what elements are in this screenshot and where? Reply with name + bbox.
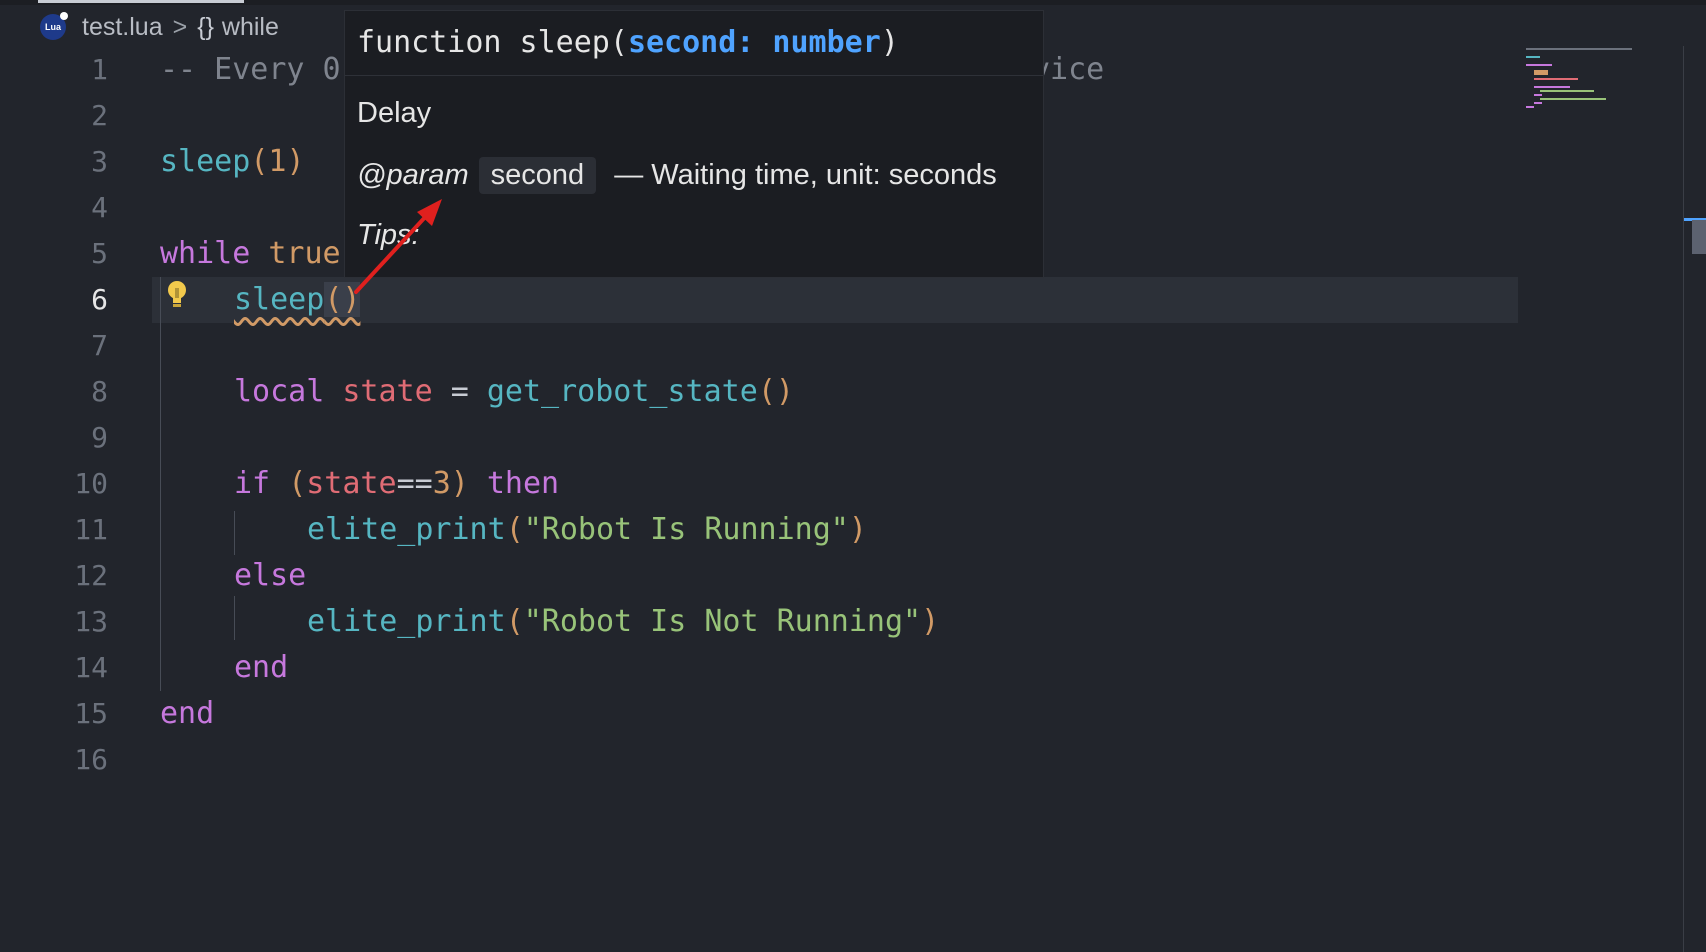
minimap-line bbox=[1526, 64, 1552, 66]
minimap-line bbox=[1534, 78, 1578, 80]
minimap-line bbox=[1526, 56, 1540, 58]
minimap-line bbox=[1534, 94, 1542, 96]
annotation-arrow-icon bbox=[354, 199, 442, 294]
scrollbar-thumb[interactable] bbox=[1692, 220, 1706, 254]
minimap-line bbox=[1540, 90, 1594, 92]
minimap-line bbox=[1526, 106, 1534, 108]
minimap[interactable] bbox=[1522, 44, 1642, 114]
minimap-line bbox=[1540, 98, 1606, 100]
minimap-line bbox=[1534, 70, 1548, 75]
scrollbar-track[interactable] bbox=[1683, 46, 1684, 952]
minimap-line bbox=[1526, 48, 1632, 50]
minimap-line bbox=[1534, 102, 1542, 104]
minimap-line bbox=[1534, 86, 1570, 88]
